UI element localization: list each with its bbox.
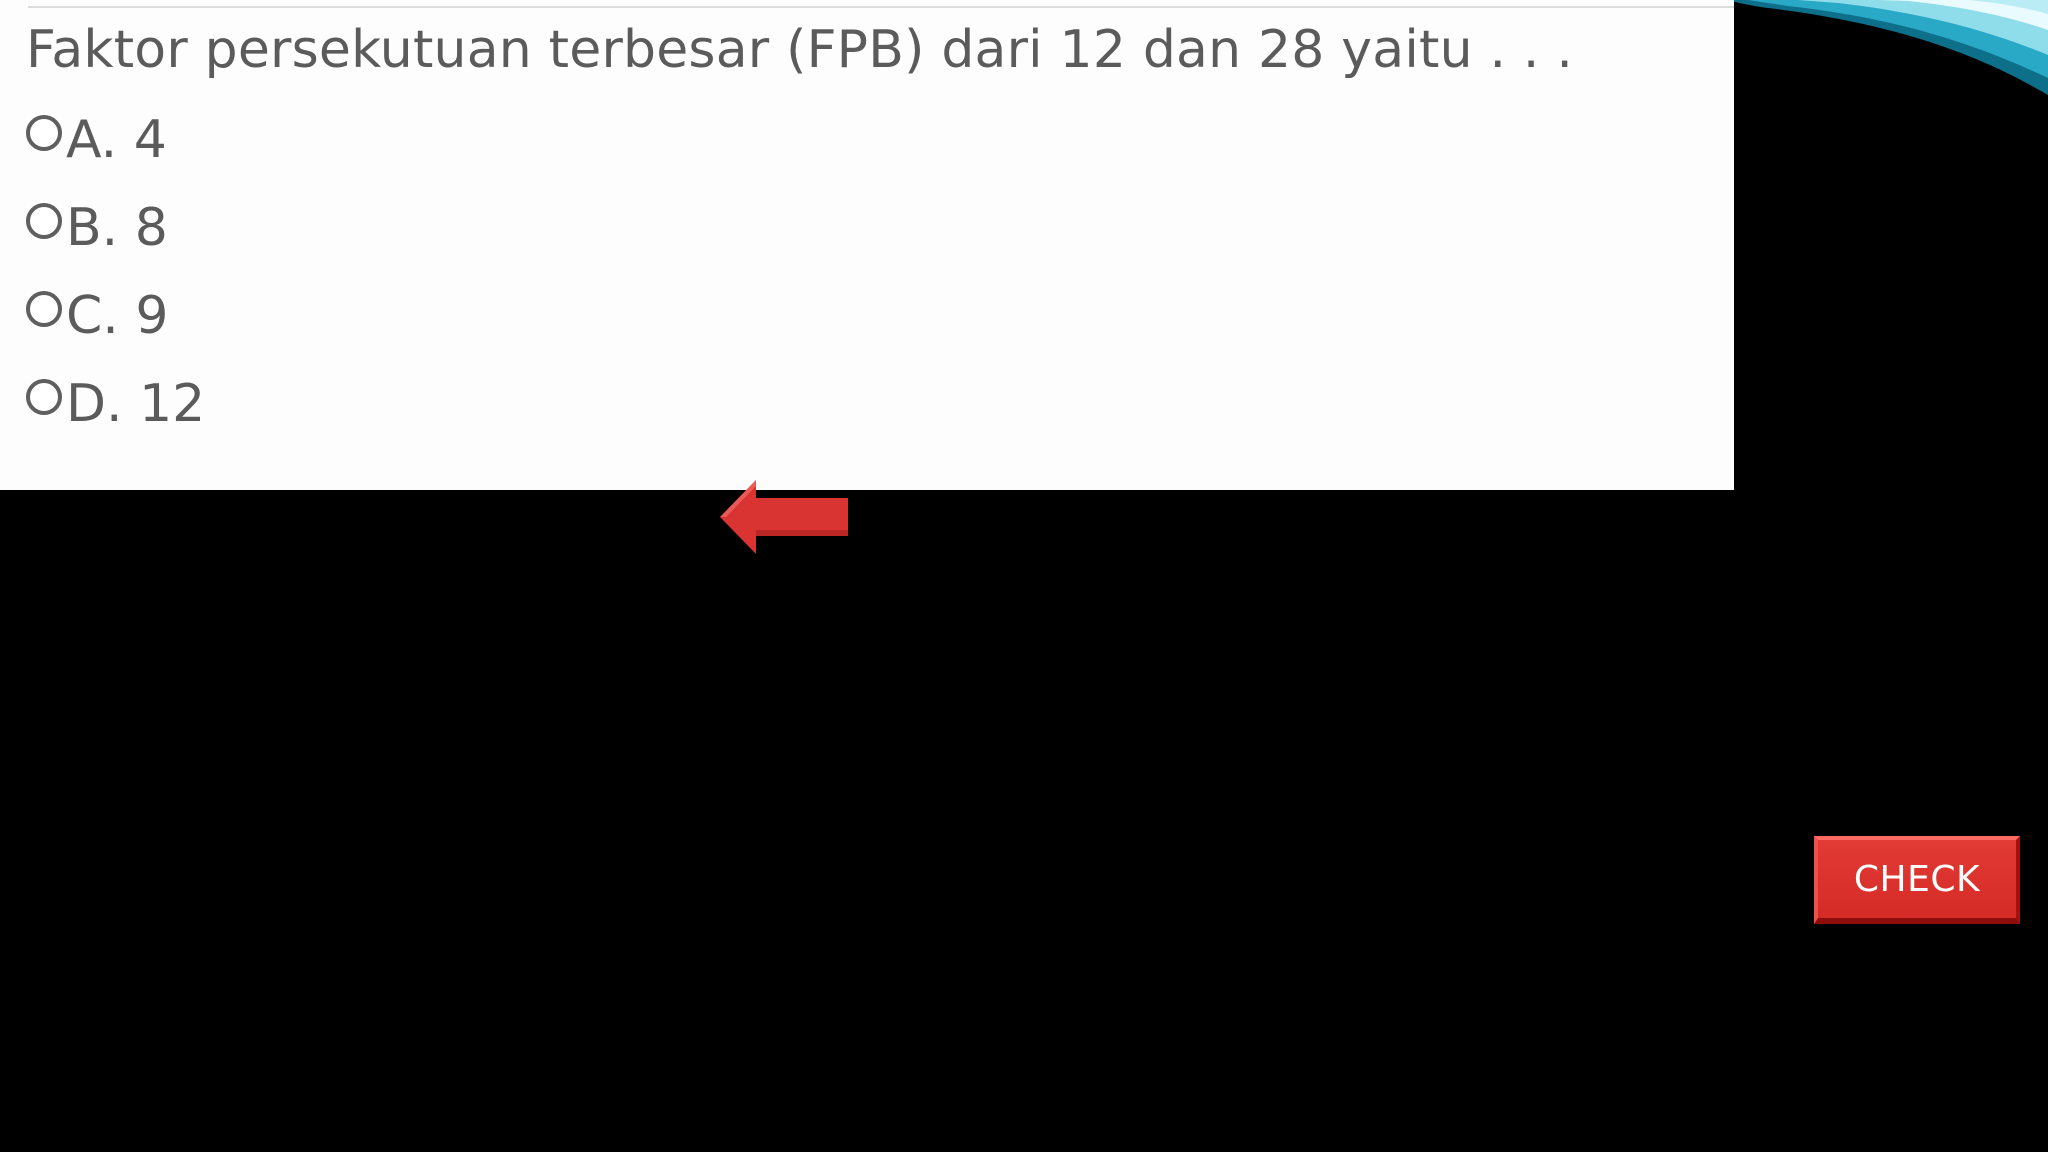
left-arrow-icon[interactable]	[720, 480, 850, 554]
radio-button-a[interactable]	[26, 115, 62, 151]
radio-button-c[interactable]	[26, 291, 62, 327]
check-button-label: CHECK	[1853, 858, 1981, 900]
option-d-label: D. 12	[66, 374, 206, 434]
option-a[interactable]: A. 4	[26, 105, 167, 175]
option-a-label: A. 4	[66, 110, 167, 170]
question-text: Faktor persekutuan terbesar (FPB) dari 1…	[26, 20, 1574, 80]
option-b[interactable]: B. 8	[26, 193, 168, 263]
option-b-label: B. 8	[66, 198, 168, 258]
quiz-slide: Faktor persekutuan terbesar (FPB) dari 1…	[0, 0, 2048, 1152]
check-button[interactable]: CHECK	[1814, 836, 2020, 924]
option-d[interactable]: D. 12	[26, 369, 205, 439]
radio-button-b[interactable]	[26, 203, 62, 239]
radio-button-d[interactable]	[26, 379, 62, 415]
question-panel: Faktor persekutuan terbesar (FPB) dari 1…	[0, 0, 1734, 490]
top-divider	[28, 0, 1734, 8]
decorative-swoosh	[1728, 0, 2048, 95]
option-c-label: C. 9	[66, 286, 169, 346]
option-c[interactable]: C. 9	[26, 281, 168, 351]
